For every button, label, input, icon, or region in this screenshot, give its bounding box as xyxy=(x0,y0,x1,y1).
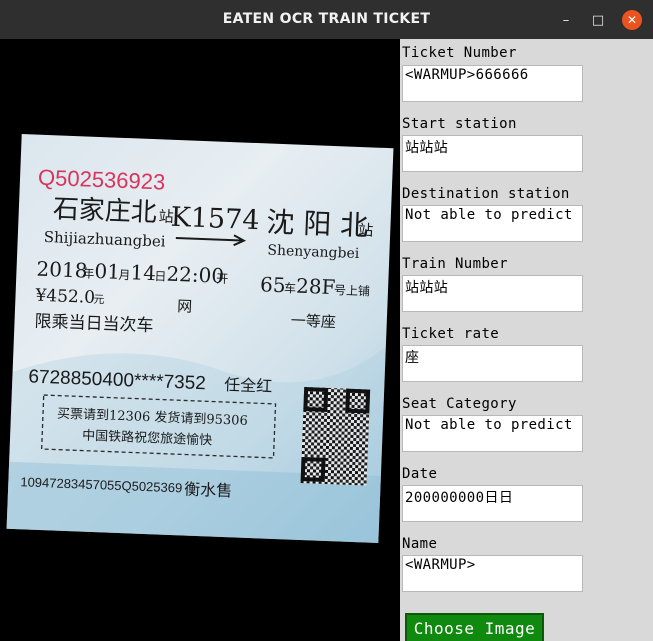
ticket-card: Q502536923 石家庄北 站 Shijiazhuangbei K1574 … xyxy=(6,134,394,543)
name-field[interactable]: <WARMUP> xyxy=(402,555,583,592)
ticket-rate-label: Ticket rate xyxy=(402,326,500,342)
date-month-unit: 月 xyxy=(118,268,131,282)
dest-station-suffix: 站 xyxy=(358,221,374,240)
date-day: 14 xyxy=(130,260,156,285)
date-day-unit: 日 xyxy=(154,269,167,283)
seat-number: 28F xyxy=(296,274,336,299)
seat-class: 一等座 xyxy=(290,311,336,331)
date-year: 2018 xyxy=(36,257,88,283)
choose-image-button[interactable]: Choose Image xyxy=(405,613,544,641)
ticket-channel: 网 xyxy=(177,297,193,316)
start-station-label: Start station xyxy=(402,116,517,132)
ticket-number-label: Ticket Number xyxy=(402,45,517,61)
ocr-result-form: Ticket Number <WARMUP>666666 Start stati… xyxy=(400,39,653,641)
close-icon[interactable]: ✕ xyxy=(622,10,642,30)
destination-station-field[interactable]: Not able to predict xyxy=(402,205,583,242)
seat-category-field[interactable]: Not able to predict xyxy=(402,415,583,452)
maximize-icon[interactable]: □ xyxy=(588,10,608,30)
ticket-price: ¥452.0 xyxy=(34,286,95,308)
title-bar[interactable]: EATEN OCR TRAIN TICKET – □ ✕ xyxy=(0,0,653,39)
ticket-image-panel: Q502536923 石家庄北 站 Shijiazhuangbei K1574 … xyxy=(0,39,400,641)
app-window: EATEN OCR TRAIN TICKET – □ ✕ Q502536923 … xyxy=(0,0,653,641)
ticket-serial: Q502536923 xyxy=(38,165,166,195)
date-month: 01 xyxy=(94,259,120,284)
ticket-image: Q502536923 石家庄北 站 Shijiazhuangbei K1574 … xyxy=(6,134,394,543)
date-label: Date xyxy=(402,466,438,482)
train-number: K1574 xyxy=(170,202,260,236)
qr-code-icon xyxy=(300,387,371,486)
name-label: Name xyxy=(402,536,438,552)
ticket-price-unit: 元 xyxy=(93,293,104,306)
ticket-rate-field[interactable]: 座 xyxy=(402,345,583,382)
destination-station-label: Destination station xyxy=(402,186,570,202)
passenger-name: 任全红 xyxy=(224,375,273,396)
date-year-unit: 年 xyxy=(82,266,95,280)
seat-category-label: Seat Category xyxy=(402,396,517,412)
departure-time-unit: 开 xyxy=(216,272,229,286)
start-station-cn: 石家庄北 xyxy=(52,194,157,228)
coach-unit: 车 xyxy=(284,280,297,295)
ticket-number-field[interactable]: <WARMUP>666666 xyxy=(402,65,583,102)
train-number-label: Train Number xyxy=(402,256,508,272)
ticket-sold-at: 衡水售 xyxy=(184,480,233,501)
start-station-field[interactable]: 站站站 xyxy=(402,135,583,172)
minimize-icon[interactable]: – xyxy=(556,10,576,30)
date-field[interactable]: 200000000日日 xyxy=(402,485,583,522)
seat-unit: 号上铺 xyxy=(334,283,371,298)
train-number-field[interactable]: 站站站 xyxy=(402,275,583,312)
dest-station-cn: 沈 阳 北 xyxy=(266,205,369,242)
coach-number: 65 xyxy=(260,272,286,297)
